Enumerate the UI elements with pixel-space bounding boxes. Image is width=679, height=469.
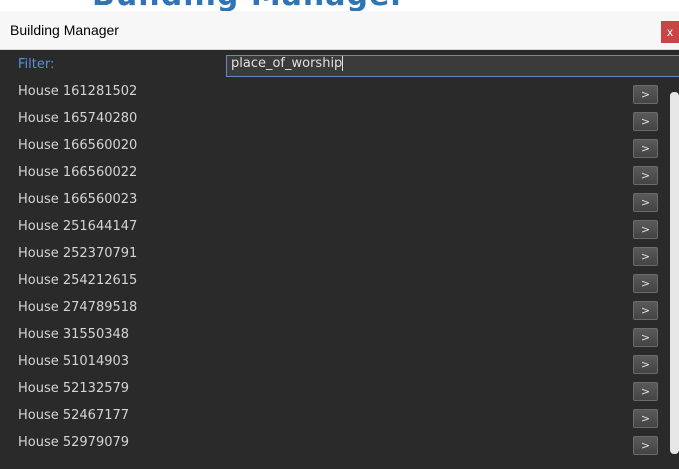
building-name-label: House 52132579 (18, 381, 130, 396)
content-panel: Filter: place_of_worship House 161281502… (0, 51, 679, 469)
open-building-button[interactable]: > (633, 220, 658, 239)
building-name-label: House 251644147 (18, 219, 138, 234)
list-item: House 166560020 > (0, 134, 679, 161)
list-item: House 51014903 > (0, 350, 679, 377)
building-name-label: House 161281502 (18, 84, 138, 99)
vertical-scrollbar[interactable] (666, 80, 679, 469)
filter-row: Filter: place_of_worship (0, 51, 679, 78)
building-name-label: House 166560020 (18, 138, 138, 153)
open-building-button[interactable]: > (633, 85, 658, 104)
title-bar[interactable]: Building Manager x (0, 11, 679, 50)
list-item: House 254212615 > (0, 269, 679, 296)
list-item: House 31550348 > (0, 323, 679, 350)
building-name-label: House 31550348 (18, 327, 130, 342)
list-item: House 161281502 > (0, 80, 679, 107)
building-manager-window: Building Manager x Filter: place_of_wors… (0, 11, 679, 469)
building-name-label: House 51014903 (18, 354, 130, 369)
open-building-button[interactable]: > (633, 301, 658, 320)
building-name-label: House 166560023 (18, 192, 138, 207)
open-building-button[interactable]: > (633, 247, 658, 266)
building-name-label: House 52979079 (18, 435, 130, 450)
building-name-label: House 254212615 (18, 273, 138, 288)
open-building-button[interactable]: > (633, 166, 658, 185)
window-title: Building Manager (10, 22, 119, 38)
building-name-label: House 252370791 (18, 246, 138, 261)
list-item: House 52132579 > (0, 377, 679, 404)
open-building-button[interactable]: > (633, 409, 658, 428)
list-item: House 274789518 > (0, 296, 679, 323)
open-building-button[interactable]: > (633, 274, 658, 293)
list-item: House 252370791 > (0, 242, 679, 269)
list-item: House 52467177 > (0, 404, 679, 431)
open-building-button[interactable]: > (633, 355, 658, 374)
filter-input[interactable]: place_of_worship (226, 55, 679, 77)
list-item: House 251644147 > (0, 215, 679, 242)
open-building-button[interactable]: > (633, 193, 658, 212)
background-banner-text: Building Manager (92, 0, 406, 11)
building-name-label: House 165740280 (18, 111, 138, 126)
open-building-button[interactable]: > (633, 139, 658, 158)
scrollbar-thumb[interactable] (670, 92, 679, 454)
list-item: House 52979079 > (0, 431, 679, 458)
filter-input-value: place_of_worship (231, 56, 343, 71)
building-name-label: House 52467177 (18, 408, 130, 423)
building-name-label: House 166560022 (18, 165, 138, 180)
list-item: House 166560022 > (0, 161, 679, 188)
text-caret (342, 56, 344, 71)
open-building-button[interactable]: > (633, 436, 658, 455)
open-building-button[interactable]: > (633, 328, 658, 347)
building-list: House 161281502 > House 165740280 > House 16… (0, 80, 679, 458)
list-item: House 166560023 > (0, 188, 679, 215)
list-item: House 165740280 > (0, 107, 679, 134)
building-name-label: House 274789518 (18, 300, 138, 315)
filter-label: Filter: (18, 57, 55, 72)
open-building-button[interactable]: > (633, 112, 658, 131)
open-building-button[interactable]: > (633, 382, 658, 401)
close-button[interactable]: x (661, 21, 679, 43)
